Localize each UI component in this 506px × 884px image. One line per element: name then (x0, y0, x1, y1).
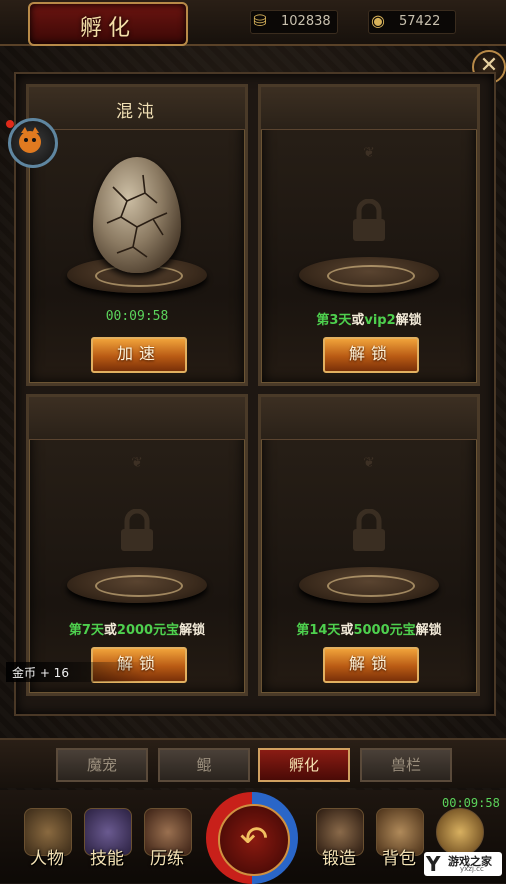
coin-value: 57422 (399, 14, 441, 29)
slot-header (29, 397, 245, 440)
menu-character[interactable]: 人物 (20, 808, 74, 869)
unlock-condition: 第3天或vip2解锁 (316, 313, 422, 328)
egg-image[interactable] (93, 157, 181, 273)
lock-icon (353, 199, 385, 241)
slot-header (261, 397, 477, 440)
menu-skills[interactable]: 技能 (80, 808, 134, 869)
page-title: 孵化 (79, 16, 136, 41)
watermark-x-icon: Y (426, 852, 441, 876)
watermark-logo: Y 游戏之家 yxzj.cc (424, 852, 502, 876)
menu-forge[interactable]: 锻造 (312, 808, 366, 869)
ingot-value: 102838 (281, 14, 331, 29)
pedestal (299, 567, 439, 603)
top-bar: 孵化 ⛁ 102838 ◉ 57422 (0, 0, 506, 46)
tab-pet[interactable]: 魔宠 (56, 748, 148, 782)
title-tab: 孵化 (28, 2, 188, 46)
hatch-slot-4[interactable]: ❦ 第14天或5000元宝解锁 解锁 (258, 394, 480, 696)
menu-training[interactable]: 历练 (140, 808, 194, 869)
ornament-icon: ❦ (131, 455, 143, 471)
ingot-icon: ⛁ (253, 11, 267, 30)
coin-counter: ◉ 57422 (368, 10, 456, 34)
hatch-slot-1[interactable]: 混沌 00:09:58 加速 (26, 84, 248, 386)
bottom-timer: 00:09:58 (442, 796, 500, 810)
slot-header: 混沌 (29, 87, 245, 130)
slot-title: 混沌 (116, 102, 158, 122)
pedestal (67, 567, 207, 603)
avatar[interactable] (8, 118, 58, 168)
hatch-timer: 00:09:58 (105, 309, 169, 324)
ornament-icon: ❦ (363, 455, 375, 471)
tab-bar: 魔宠 鲲 孵化 兽栏 (0, 738, 506, 788)
return-button[interactable]: ↶ (206, 792, 298, 884)
tab-kun[interactable]: 鲲 (158, 748, 250, 782)
hatch-slot-2[interactable]: ❦ 第3天或vip2解锁 解锁 (258, 84, 480, 386)
hatch-slot-3[interactable]: ❦ 第7天或2000元宝解锁 解锁 (26, 394, 248, 696)
ornament-icon: ❦ (363, 145, 375, 161)
lock-icon (353, 509, 385, 551)
ingot-counter: ⛁ 102838 (250, 10, 338, 34)
unlock-condition: 第14天或5000元宝解锁 (296, 623, 442, 638)
coin-toast: 金币 + 16 (6, 662, 146, 682)
notification-dot (6, 120, 14, 128)
tab-hatch[interactable]: 孵化 (258, 748, 350, 782)
lock-icon (121, 509, 153, 551)
return-icon: ↶ (218, 804, 290, 876)
tab-pen[interactable]: 兽栏 (360, 748, 452, 782)
unlock-button[interactable]: 解锁 (323, 647, 419, 683)
slot-header (261, 87, 477, 130)
toast-text: 金币 + 16 (12, 666, 69, 680)
speed-up-button[interactable]: 加速 (91, 337, 187, 373)
unlock-condition: 第7天或2000元宝解锁 (68, 623, 206, 638)
pet-hatch-icon (436, 808, 484, 856)
pedestal (299, 257, 439, 293)
unlock-button[interactable]: 解锁 (323, 337, 419, 373)
pet-icon (19, 127, 41, 153)
hatch-panel: 混沌 00:09:58 加速 ❦ 第3天或vip2解锁 解锁 ❦ 第7天或200… (14, 72, 496, 716)
menu-bag[interactable]: 背包 (372, 808, 426, 869)
coin-icon: ◉ (371, 11, 385, 30)
